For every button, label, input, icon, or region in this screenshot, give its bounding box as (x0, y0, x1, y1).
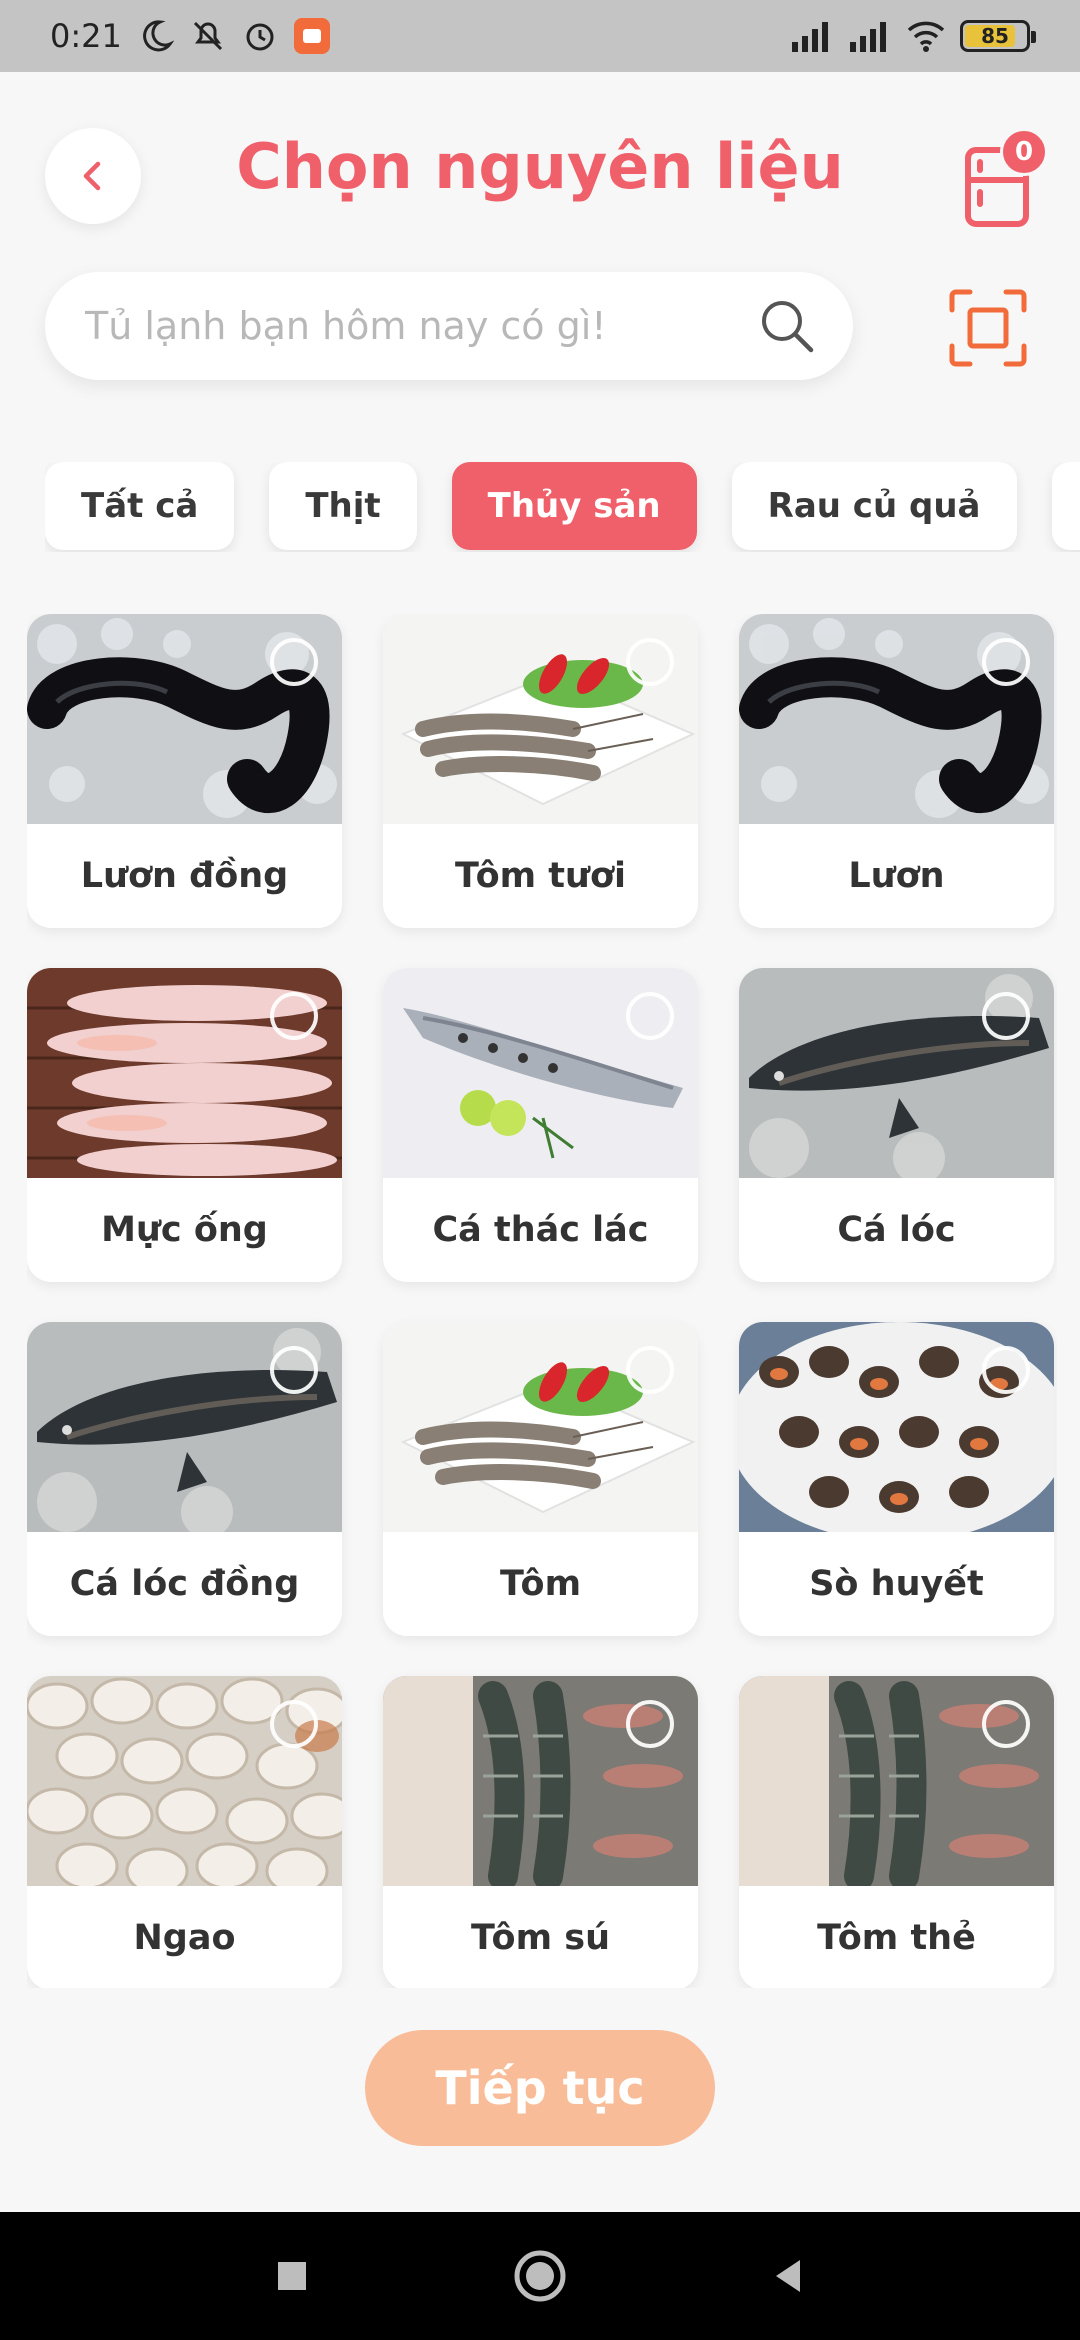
ingredient-photo (739, 968, 1054, 1178)
ingredient-card[interactable]: Cá thác lác (383, 968, 698, 1282)
ingredient-name: Cá thác lác (432, 1210, 649, 1250)
system-nav-bar (0, 2212, 1080, 2340)
scan-icon[interactable] (948, 288, 1028, 368)
select-checkbox[interactable] (982, 1346, 1030, 1394)
select-checkbox[interactable] (270, 638, 318, 686)
screen-record-icon (293, 18, 330, 54)
select-checkbox[interactable] (982, 992, 1030, 1040)
select-checkbox[interactable] (626, 992, 674, 1040)
ingredient-name: Tôm tươi (455, 856, 626, 896)
category-tabs: Tất cả Thịt Thủy sản Rau củ quả Tr (45, 462, 1080, 552)
ingredient-name: Cá lóc đồng (69, 1564, 300, 1604)
home-icon[interactable] (512, 2248, 568, 2304)
ingredient-name: Lươn (848, 856, 945, 896)
ingredient-photo (739, 1322, 1054, 1532)
category-tab-all[interactable]: Tất cả (45, 462, 235, 550)
search-bar (45, 272, 853, 380)
ingredient-photo (383, 1676, 698, 1886)
status-bar: 0:21 85 (0, 0, 1080, 72)
ingredient-card[interactable]: Lươn đồng (27, 614, 342, 928)
ingredient-name: Mực ống (101, 1210, 268, 1250)
ingredient-photo (739, 1676, 1054, 1886)
continue-button[interactable]: Tiếp tục (365, 2030, 715, 2146)
ingredient-photo (739, 614, 1054, 824)
ingredient-card[interactable]: Ngao (27, 1676, 342, 1988)
back-nav-icon[interactable] (768, 2256, 808, 2296)
ingredient-name: Tôm sú (470, 1918, 611, 1958)
ingredient-photo (27, 1676, 342, 1886)
search-input[interactable] (85, 304, 757, 348)
select-checkbox[interactable] (626, 1346, 674, 1394)
ingredient-card[interactable]: Tôm thẻ (739, 1676, 1054, 1988)
ingredient-card[interactable]: Tôm (383, 1322, 698, 1636)
ingredient-grid: Lươn đồng Tôm tươi Lươn Mực ống Cá thác lác C… (27, 614, 1057, 1988)
select-checkbox[interactable] (270, 1346, 318, 1394)
ingredient-card[interactable]: Cá lóc (739, 968, 1054, 1282)
select-checkbox[interactable] (270, 992, 318, 1040)
ingredient-photo (383, 968, 698, 1178)
select-checkbox[interactable] (626, 1700, 674, 1748)
ingredient-card[interactable]: Mực ống (27, 968, 342, 1282)
category-tab-meat[interactable]: Thịt (269, 462, 417, 550)
ingredient-card[interactable]: Lươn (739, 614, 1054, 928)
ingredient-name: Lươn đồng (80, 856, 289, 896)
ingredient-card[interactable]: Tôm sú (383, 1676, 698, 1988)
category-tab-vegetables[interactable]: Rau củ quả (731, 462, 1017, 550)
ingredient-photo (27, 1322, 342, 1532)
signal-icon-2 (850, 22, 886, 52)
battery-icon: 85 (960, 20, 1036, 52)
ingredient-name: Tôm thẻ (817, 1918, 976, 1958)
ingredient-photo (27, 968, 342, 1178)
select-checkbox[interactable] (982, 1700, 1030, 1748)
ingredient-name: Cá lóc (837, 1210, 956, 1250)
ingredient-card[interactable]: Tôm tươi (383, 614, 698, 928)
ingredient-photo (27, 614, 342, 824)
signal-icon (792, 22, 828, 52)
select-checkbox[interactable] (626, 638, 674, 686)
moon-icon (142, 20, 174, 52)
ingredient-card[interactable]: Cá lóc đồng (27, 1322, 342, 1636)
select-checkbox[interactable] (982, 638, 1030, 686)
status-time: 0:21 (50, 17, 122, 55)
category-tab-seafood[interactable]: Thủy sản (451, 462, 697, 550)
ingredient-name: Tôm (499, 1564, 582, 1604)
ingredient-photo (383, 614, 698, 824)
ingredient-name: Sò huyết (809, 1564, 984, 1604)
alarm-icon (246, 23, 274, 51)
ingredient-name: Ngao (133, 1918, 236, 1958)
battery-level: 85 (981, 24, 1009, 48)
ingredient-photo (383, 1322, 698, 1532)
mute-icon (193, 21, 222, 51)
recents-icon[interactable] (272, 2256, 312, 2296)
select-checkbox[interactable] (270, 1700, 318, 1748)
page-title: Chọn nguyên liệu (236, 130, 844, 203)
search-icon[interactable] (757, 296, 817, 356)
cart-count-badge: 0 (1000, 128, 1048, 176)
category-tab-more[interactable]: Tr (1051, 462, 1080, 550)
ingredient-card[interactable]: Sò huyết (739, 1322, 1054, 1636)
wifi-icon (907, 21, 945, 52)
